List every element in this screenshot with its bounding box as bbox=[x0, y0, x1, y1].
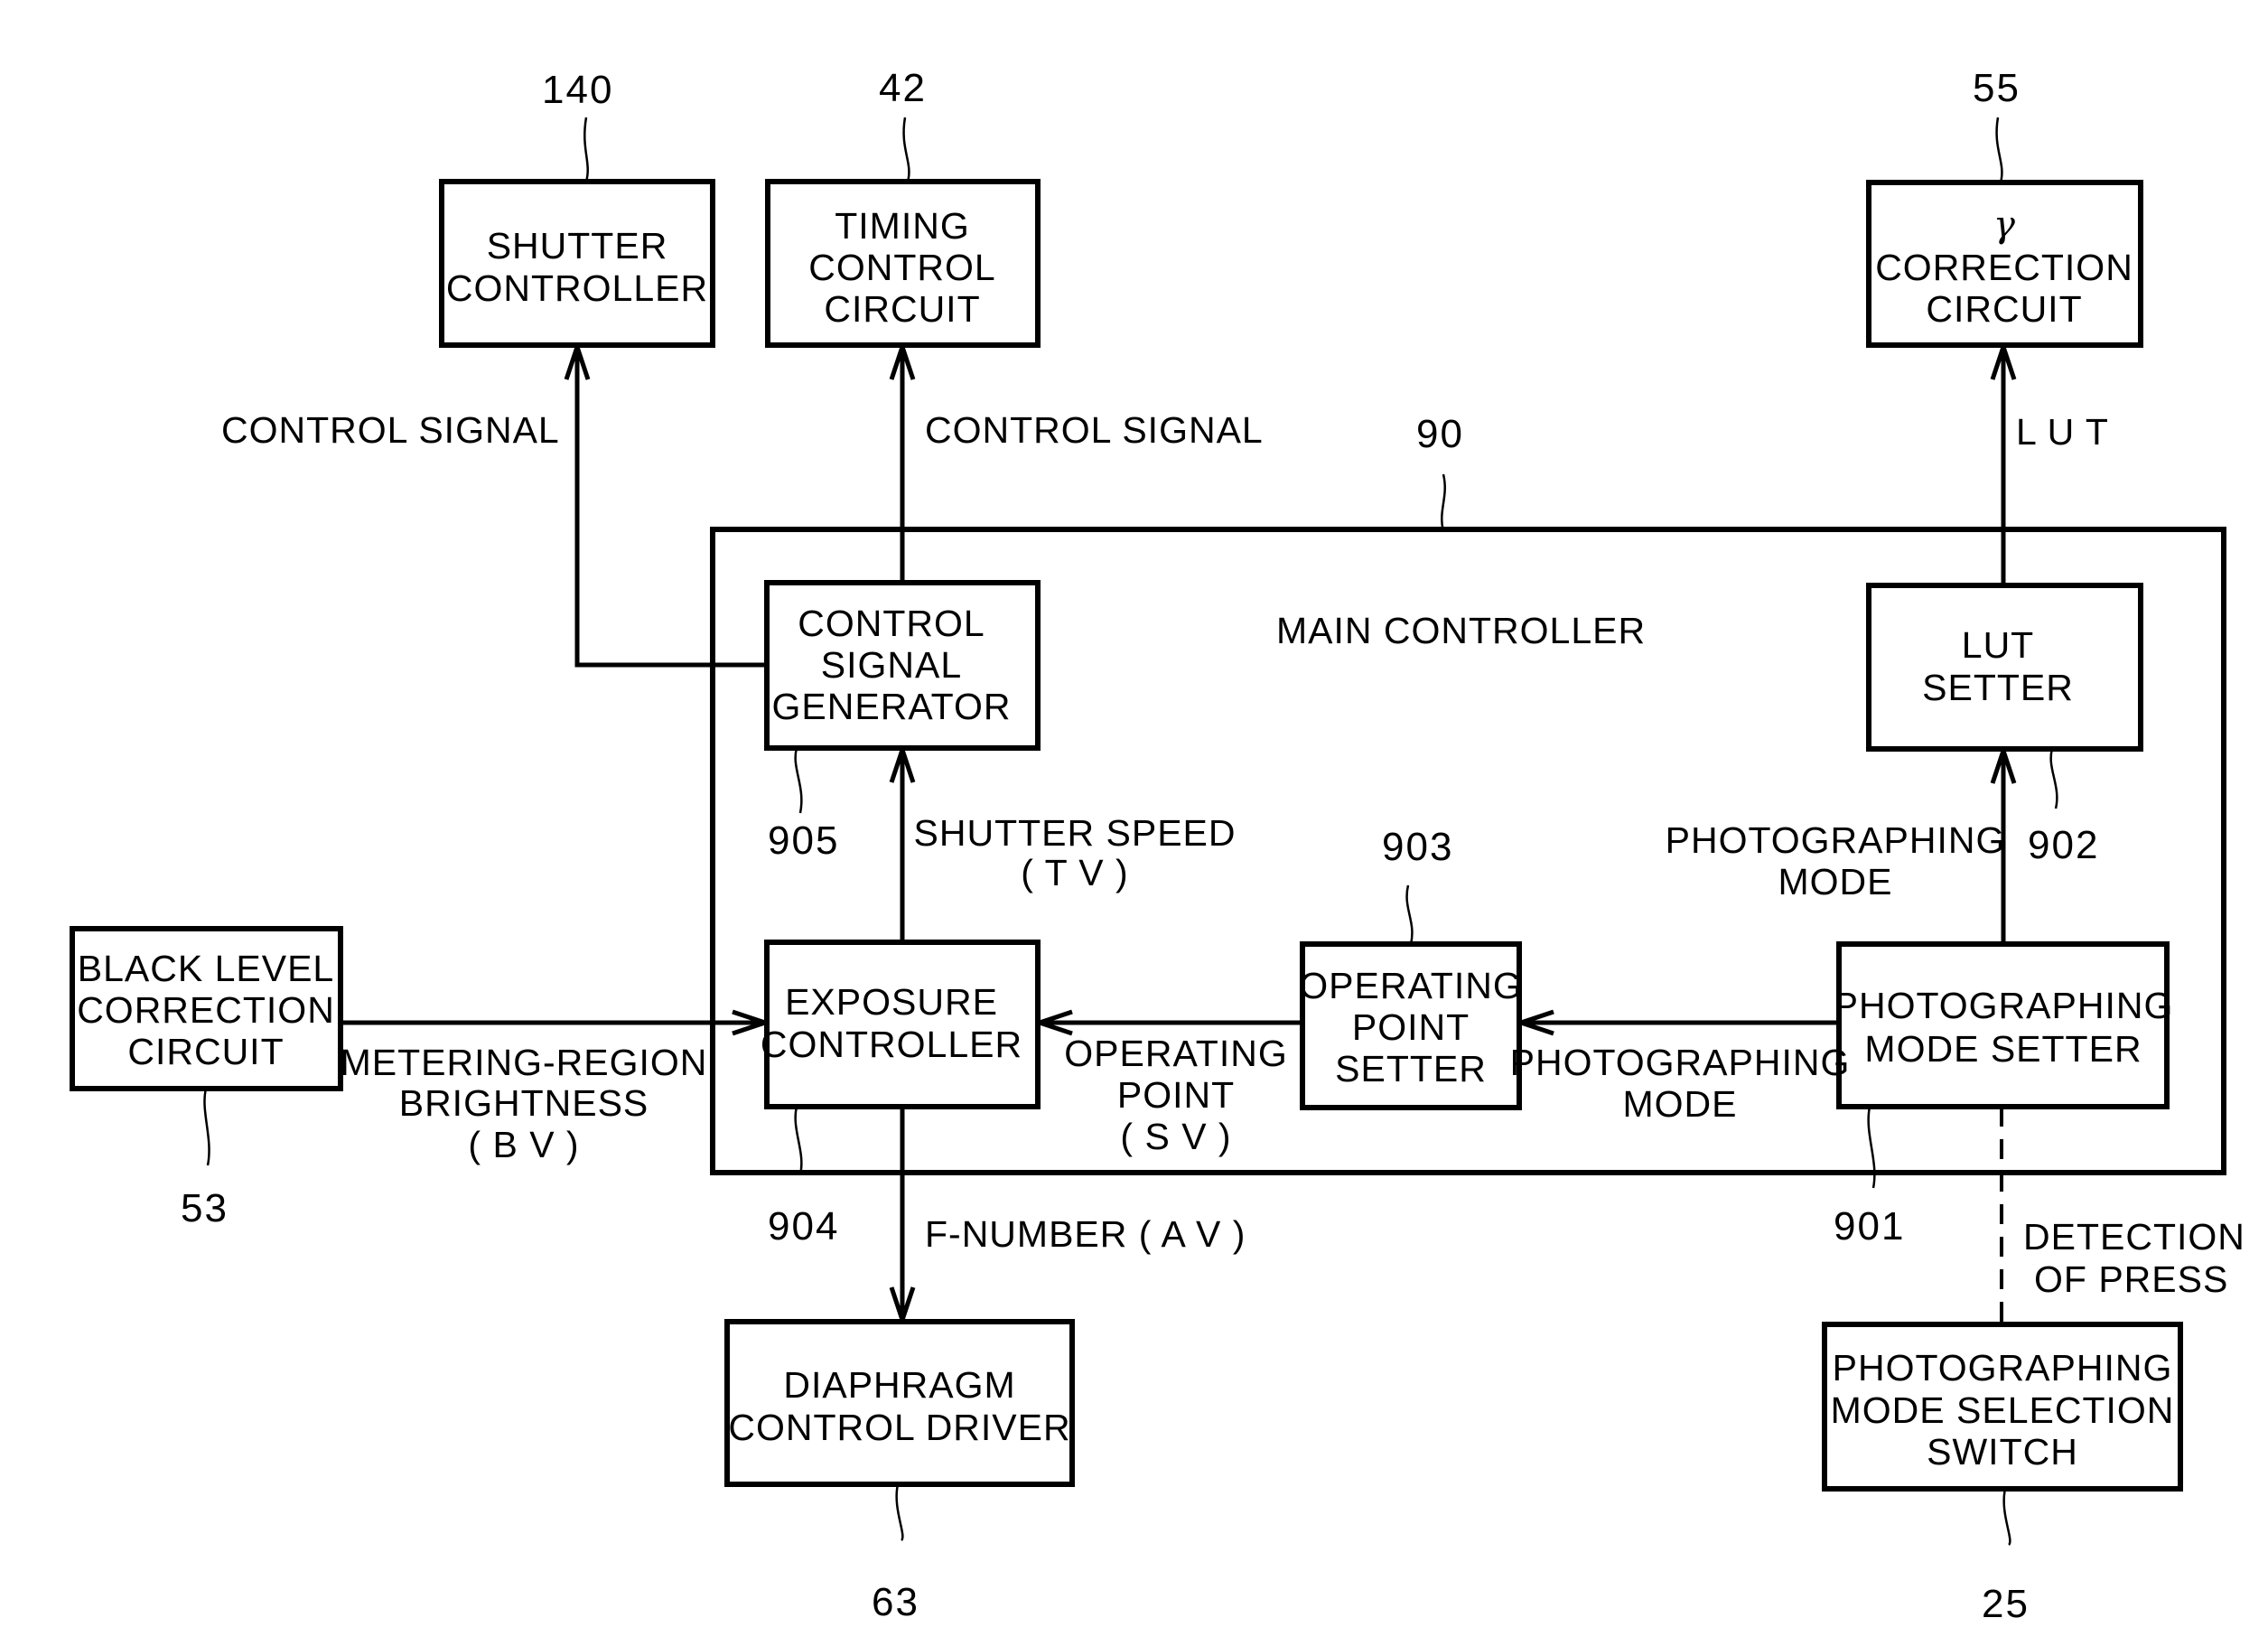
label-lut: L U T bbox=[2016, 411, 2109, 453]
leader-905 bbox=[794, 747, 803, 814]
exposure-line-1: EXPOSURE bbox=[785, 981, 998, 1023]
leader-901 bbox=[1867, 1106, 1876, 1189]
label-brightness: BRIGHTNESS bbox=[399, 1082, 649, 1124]
label-photographing-mode-up-2: MODE bbox=[1778, 861, 1893, 902]
block-photographing-mode-setter: PHOTOGRAPHING MODE SETTER bbox=[1834, 941, 2174, 1109]
exposure-line-2: CONTROLLER bbox=[761, 1024, 1022, 1065]
lut-line-1: LUT bbox=[1962, 624, 2034, 666]
label-operating-point-2: POINT bbox=[1117, 1074, 1235, 1116]
block-gamma-correction-circuit: γ CORRECTION CIRCUIT bbox=[1866, 180, 2143, 348]
leader-140 bbox=[583, 117, 589, 182]
black-line-1: BLACK LEVEL bbox=[78, 948, 335, 989]
ref-63: 63 bbox=[872, 1580, 919, 1624]
leader-25 bbox=[2002, 1488, 2011, 1546]
gamma-line-2: CIRCUIT bbox=[1926, 288, 2082, 330]
modesetter-line-2: MODE SETTER bbox=[1864, 1028, 2142, 1070]
oppoint-line-2: POINT bbox=[1352, 1006, 1470, 1048]
csg-line-2: SIGNAL bbox=[821, 644, 962, 686]
label-photographing-mode-left: PHOTOGRAPHING bbox=[1510, 1042, 1851, 1083]
label-sv: ( S V ) bbox=[1120, 1116, 1231, 1157]
label-f-number: F-NUMBER ( A V ) bbox=[925, 1213, 1246, 1255]
block-diagram: MAIN CONTROLLER 90 SHUTTER CONTROLLER 14… bbox=[70, 66, 2245, 1626]
ref-90: 90 bbox=[1416, 412, 1464, 456]
leader-903 bbox=[1405, 884, 1414, 945]
label-of-press: OF PRESS bbox=[2034, 1258, 2228, 1300]
block-operating-point-setter: OPERATING POINT SETTER bbox=[1299, 941, 1522, 1110]
ref-53: 53 bbox=[181, 1186, 229, 1230]
block-exposure-controller: EXPOSURE CONTROLLER bbox=[761, 940, 1041, 1109]
label-control-signal-shutter: CONTROL SIGNAL bbox=[221, 409, 560, 451]
block-mode-selection-switch: PHOTOGRAPHING MODE SELECTION SWITCH bbox=[1822, 1322, 2183, 1492]
leader-53 bbox=[203, 1088, 210, 1166]
ref-901: 901 bbox=[1834, 1204, 1905, 1249]
block-control-signal-generator: CONTROL SIGNAL GENERATOR bbox=[764, 580, 1041, 751]
block-lut-setter: LUT SETTER bbox=[1866, 583, 2143, 752]
oppoint-line-3: SETTER bbox=[1335, 1048, 1487, 1090]
label-operating-point: OPERATING bbox=[1064, 1033, 1287, 1074]
leader-42 bbox=[902, 117, 910, 182]
leader-904 bbox=[794, 1106, 803, 1175]
wire-csg-to-shutter bbox=[574, 345, 767, 668]
label-metering-region: METERING-REGION bbox=[341, 1042, 708, 1083]
black-line-3: CIRCUIT bbox=[127, 1031, 284, 1072]
timing-line-2: CONTROL bbox=[808, 247, 995, 288]
label-photographing-mode-up: PHOTOGRAPHING bbox=[1666, 819, 2006, 861]
ref-25: 25 bbox=[1982, 1582, 2030, 1626]
label-shutter-speed: SHUTTER SPEED bbox=[914, 812, 1237, 854]
gamma-symbol: γ bbox=[1993, 204, 2015, 246]
timing-line-3: CIRCUIT bbox=[824, 288, 980, 330]
switch-line-3: SWITCH bbox=[1927, 1431, 2078, 1473]
block-shutter-controller: SHUTTER CONTROLLER bbox=[439, 179, 715, 348]
csg-line-1: CONTROL bbox=[798, 603, 985, 644]
leader-902 bbox=[2049, 748, 2058, 809]
block-timing-control-circuit: TIMING CONTROL CIRCUIT bbox=[765, 179, 1041, 348]
csg-line-3: GENERATOR bbox=[772, 686, 1012, 727]
ref-903: 903 bbox=[1382, 825, 1453, 869]
leader-90 bbox=[1441, 473, 1446, 532]
leader-55 bbox=[1995, 117, 2003, 183]
oppoint-line-1: OPERATING bbox=[1299, 965, 1522, 1006]
ref-902: 902 bbox=[2028, 823, 2099, 867]
timing-line-1: TIMING bbox=[835, 205, 969, 247]
modesetter-line-1: PHOTOGRAPHING bbox=[1834, 985, 2174, 1026]
label-detection: DETECTION bbox=[2023, 1216, 2245, 1258]
label-bv: ( B V ) bbox=[468, 1124, 579, 1165]
ref-904: 904 bbox=[768, 1204, 839, 1249]
ref-55: 55 bbox=[1973, 66, 2021, 110]
block-diaphragm-control-driver: DIAPHRAGM CONTROL DRIVER bbox=[724, 1319, 1075, 1487]
leader-63 bbox=[895, 1483, 904, 1541]
label-control-signal-timing: CONTROL SIGNAL bbox=[925, 409, 1264, 451]
diaphragm-line-2: CONTROL DRIVER bbox=[728, 1407, 1070, 1448]
ref-42: 42 bbox=[879, 66, 927, 110]
gamma-line-1: CORRECTION bbox=[1875, 247, 2133, 288]
ref-905: 905 bbox=[768, 818, 839, 863]
main-controller-label: MAIN CONTROLLER bbox=[1276, 610, 1646, 651]
diaphragm-line-1: DIAPHRAGM bbox=[783, 1364, 1015, 1406]
label-photographing-mode-left-2: MODE bbox=[1623, 1083, 1738, 1125]
switch-line-1: PHOTOGRAPHING bbox=[1833, 1347, 2173, 1389]
block-black-level-correction-circuit: BLACK LEVEL CORRECTION CIRCUIT bbox=[70, 926, 343, 1091]
black-line-2: CORRECTION bbox=[77, 989, 335, 1031]
ref-140: 140 bbox=[542, 68, 613, 112]
shutter-line-1: SHUTTER bbox=[487, 225, 668, 267]
lut-line-2: SETTER bbox=[1922, 667, 2074, 708]
shutter-line-2: CONTROLLER bbox=[446, 267, 708, 309]
switch-line-2: MODE SELECTION bbox=[1831, 1389, 2175, 1431]
label-shutter-speed-tv: ( T V ) bbox=[1021, 852, 1128, 893]
